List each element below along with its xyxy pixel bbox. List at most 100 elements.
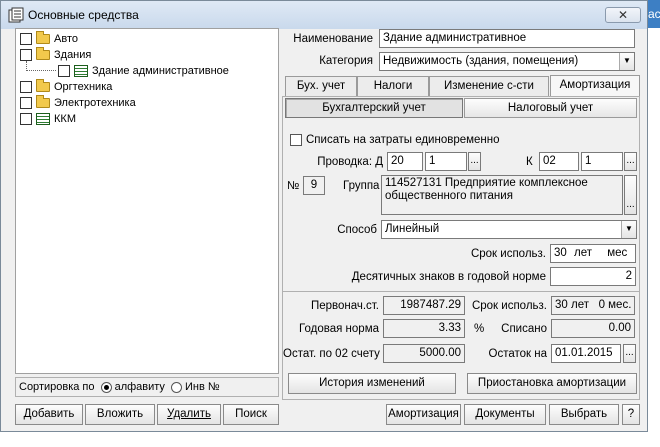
tree-item-label: Авто (54, 33, 78, 45)
credit-label: К (526, 156, 533, 168)
tree-item-label: ККМ (54, 113, 76, 125)
delete-button[interactable]: Удалить (157, 404, 221, 425)
debit-account-input[interactable]: 20 (387, 152, 423, 171)
name-label: Наименование (293, 33, 373, 45)
app-icon (8, 7, 24, 23)
sort-option-alpha[interactable]: алфавиту (115, 381, 165, 393)
tree-checkbox[interactable] (20, 113, 32, 126)
debit-browse-button[interactable]: ... (468, 152, 481, 171)
sort-radio-alpha[interactable] (100, 381, 112, 393)
tab-accounting[interactable]: Бух. учет (285, 76, 357, 96)
name-input[interactable]: Здание административное (379, 29, 635, 48)
category-value: Недвижимость (здания, помещения) (383, 55, 579, 67)
annual-rate-value: 3.33 (383, 319, 465, 338)
window-title: Основные средства (28, 8, 139, 22)
percent-sign: % (474, 323, 485, 335)
tree-checkbox[interactable] (20, 81, 32, 94)
title-bar: Основные средства ✕ (1, 1, 647, 29)
tree-item-label: Здания (54, 49, 92, 61)
desktop-background (0, 432, 660, 447)
folder-icon (36, 95, 50, 109)
category-label: Категория (319, 55, 373, 67)
initial-cost-value: 1987487.29 (383, 296, 465, 315)
balance-date-browse-button[interactable]: ... (623, 344, 636, 363)
written-off-value: 0.00 (551, 319, 635, 338)
tree-item-kkm[interactable]: ККМ (20, 111, 76, 127)
posting-label: Проводка: Д (317, 156, 383, 168)
tree-item-admin-building[interactable]: Здание административное (58, 63, 229, 79)
residual-02-label: Остат. по 02 счету (283, 348, 380, 360)
category-select[interactable]: Недвижимость (здания, помещения) ▼ (379, 52, 635, 71)
method-label: Способ (337, 224, 377, 236)
suspend-amortization-button[interactable]: Приостановка амортизации (467, 373, 637, 394)
tab-amortization[interactable]: Амортизация (550, 75, 640, 96)
credit-browse-button[interactable]: ... (624, 152, 637, 171)
divider (283, 291, 639, 292)
tree-item-auto[interactable]: Авто (20, 31, 78, 47)
group-value: 114527131 Предприятие комплексное общест… (381, 175, 623, 215)
group-label: Группа (343, 180, 380, 192)
main-window: Основные средства ✕ Авто Здания Здание а… (0, 0, 648, 432)
sort-label: Сортировка по (19, 381, 95, 393)
sort-radio-inv[interactable] (171, 381, 182, 393)
chevron-down-icon[interactable]: ▼ (621, 221, 636, 238)
balance-date-input[interactable]: 01.01.2015 (551, 344, 621, 363)
annual-rate-label: Годовая норма (299, 323, 379, 335)
tree-checkbox[interactable] (20, 33, 32, 46)
tree-checkbox[interactable] (58, 65, 70, 78)
background-window-tab[interactable]: ас (648, 0, 660, 28)
writeoff-label: Списать на затраты единовременно (306, 134, 500, 146)
term-years-value: 30 (554, 247, 567, 259)
select-button[interactable]: Выбрать (549, 404, 619, 425)
asset-tree[interactable]: Авто Здания Здание административное Оргт… (15, 28, 279, 374)
folder-icon (36, 31, 50, 45)
residual-02-value: 5000.00 (383, 344, 465, 363)
summary-term-label: Срок использ. (471, 300, 547, 312)
decimals-input[interactable]: 2 (550, 267, 636, 286)
sort-group: Сортировка по алфавиту Инв № (15, 377, 279, 397)
credit-account-input[interactable]: 02 (539, 152, 579, 171)
tree-item-label: Электротехника (54, 97, 136, 109)
close-button[interactable]: ✕ (605, 7, 641, 23)
insert-button[interactable]: Вложить (85, 404, 155, 425)
tree-checkbox[interactable] (20, 97, 32, 110)
method-value: Линейный (385, 223, 440, 235)
number-label: № (287, 180, 300, 192)
writeoff-checkbox[interactable] (290, 134, 302, 146)
chevron-down-icon[interactable]: ▼ (619, 53, 634, 70)
number-value: 9 (303, 176, 325, 195)
folder-icon (36, 47, 50, 61)
tree-item-label: Оргтехника (54, 81, 113, 93)
tree-item-office-equipment[interactable]: Оргтехника (20, 79, 112, 95)
term-years-unit: лет (574, 247, 592, 259)
method-select[interactable]: Линейный ▼ (381, 220, 637, 239)
folder-icon (36, 79, 50, 93)
subtab-accounting[interactable]: Бухгалтерский учет (285, 98, 463, 118)
balance-on-label: Остаток на (488, 348, 547, 360)
tab-cost-change[interactable]: Изменение с-сти (429, 76, 549, 96)
table-icon (74, 65, 88, 78)
tree-item-electrical[interactable]: Электротехника (20, 95, 136, 111)
search-button[interactable]: Поиск (223, 404, 279, 425)
debit-subaccount-input[interactable]: 1 (425, 152, 467, 171)
tree-item-label: Здание административное (92, 65, 229, 77)
tree-checkbox[interactable] (20, 49, 32, 62)
amortization-button[interactable]: Амортизация (386, 404, 461, 425)
help-button[interactable]: ? (622, 404, 640, 425)
tree-connector (26, 61, 56, 71)
credit-subaccount-input[interactable]: 1 (581, 152, 623, 171)
term-input[interactable]: 30 лет мес (550, 244, 636, 263)
documents-button[interactable]: Документы (464, 404, 546, 425)
decimals-label: Десятичных знаков в годовой норме (351, 271, 546, 283)
subtab-tax[interactable]: Налоговый учет (464, 98, 637, 118)
summary-term-value: 30 лет 0 мес. (551, 296, 635, 315)
written-off-label: Списано (501, 323, 547, 335)
sort-option-inv[interactable]: Инв № (185, 381, 220, 393)
add-button[interactable]: Добавить (15, 404, 83, 425)
tab-taxes[interactable]: Налоги (357, 76, 429, 96)
table-icon (36, 113, 50, 126)
group-browse-button[interactable]: ... (624, 175, 637, 215)
history-button[interactable]: История изменений (288, 373, 456, 394)
term-label: Срок использ. (470, 248, 546, 260)
initial-cost-label: Первонач.ст. (310, 300, 379, 312)
